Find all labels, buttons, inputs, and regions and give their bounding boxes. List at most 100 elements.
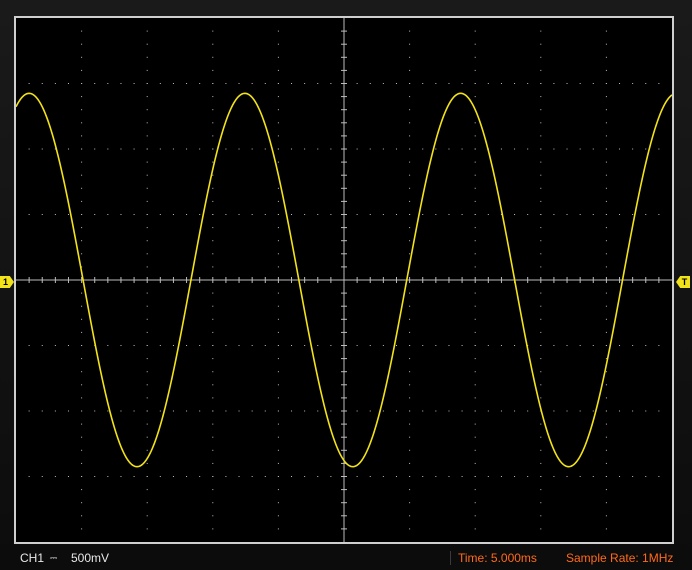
grid-dot: [212, 109, 214, 111]
grid-dot: [461, 148, 463, 150]
grid-dot: [120, 410, 122, 412]
grid-dot: [645, 476, 647, 477]
grid-dot: [540, 436, 542, 438]
grid-dot: [553, 345, 555, 346]
grid-dot: [238, 214, 240, 215]
grid-dot: [264, 410, 266, 412]
status-divider: [450, 551, 451, 565]
grid-dot: [474, 462, 476, 464]
grid-dot: [500, 410, 502, 412]
grid-dot: [409, 423, 411, 425]
grid-dot: [527, 476, 529, 477]
grid-dot: [474, 358, 476, 360]
grid-dot: [277, 240, 279, 242]
grid-dot: [409, 69, 411, 71]
volts-per-div[interactable]: 500mV: [71, 548, 109, 568]
grid-dot: [540, 56, 542, 58]
grid-dot: [435, 214, 437, 215]
grid-dot: [172, 214, 174, 215]
grid-dot: [422, 83, 424, 84]
grid-dot: [277, 122, 279, 124]
grid-dot: [487, 214, 489, 215]
grid-dot: [277, 200, 279, 202]
grid-dot: [527, 148, 529, 150]
grid-dot: [81, 56, 83, 58]
grid-dot: [317, 83, 319, 84]
grid-dot: [658, 148, 660, 150]
grid-dot: [277, 30, 279, 32]
grid-dot: [395, 345, 397, 346]
grid-dot: [540, 135, 542, 137]
grid-dot: [277, 266, 279, 268]
grid-dot: [395, 148, 397, 150]
grid-dot: [330, 214, 332, 215]
grid-dot: [409, 253, 411, 255]
grid-dot: [120, 83, 122, 84]
grid-dot: [28, 476, 30, 477]
grid-dot: [605, 318, 607, 320]
grid-dot: [212, 148, 214, 150]
grid-dot: [317, 410, 319, 412]
grid-dot: [395, 214, 397, 215]
grid-dot: [81, 423, 83, 425]
grid-dot: [186, 476, 188, 477]
grid-dot: [579, 476, 581, 477]
grid-dot: [146, 476, 148, 477]
grid-dot: [81, 122, 83, 124]
grid-dot: [605, 135, 607, 137]
grid-dot: [277, 109, 279, 111]
grid-dot: [605, 489, 607, 491]
grid-dot: [448, 410, 450, 412]
timebase-readout[interactable]: Time: 5.000ms: [458, 548, 537, 568]
grid-dot: [540, 148, 542, 150]
grid-dot: [540, 214, 542, 215]
grid-dot: [422, 345, 424, 346]
scope-screen[interactable]: [14, 16, 674, 544]
grid-dot: [605, 227, 607, 229]
grid-dot: [540, 109, 542, 111]
grid-dot: [317, 214, 319, 215]
grid-dot: [212, 476, 214, 477]
grid-dot: [409, 200, 411, 202]
channel1-level-marker[interactable]: 1: [0, 276, 14, 288]
grid-dot: [54, 214, 56, 215]
grid-dot: [553, 83, 555, 84]
grid-dot: [474, 69, 476, 71]
grid-dot: [146, 292, 148, 294]
grid-dot: [81, 240, 83, 242]
grid-dot: [264, 476, 266, 477]
grid-dot: [277, 384, 279, 386]
grid-dot: [146, 148, 148, 150]
grid-dot: [251, 345, 253, 346]
grid-dot: [330, 83, 332, 84]
channel-label[interactable]: CH1: [20, 548, 44, 568]
grid-dot: [146, 200, 148, 202]
grid-dot: [225, 476, 227, 477]
grid-dot: [251, 476, 253, 477]
grid-dot: [28, 148, 30, 150]
grid-dot: [81, 397, 83, 399]
grid-dot: [277, 462, 279, 464]
grid-dot: [330, 410, 332, 412]
grid-dot: [120, 214, 122, 215]
grid-dot: [409, 83, 411, 84]
trigger-level-marker[interactable]: T: [676, 276, 690, 288]
grid-dot: [212, 266, 214, 268]
grid-dot: [540, 266, 542, 268]
grid-dot: [212, 69, 214, 71]
grid-dot: [619, 410, 621, 412]
grid-dot: [304, 410, 306, 412]
grid-dot: [435, 345, 437, 346]
grid-dot: [461, 214, 463, 215]
grid-dot: [369, 410, 371, 412]
grid-dot: [186, 410, 188, 412]
grid-dot: [487, 83, 489, 84]
grid-dot: [540, 227, 542, 229]
grid-dot: [107, 345, 109, 346]
grid-dot: [81, 148, 83, 150]
grid-dot: [277, 56, 279, 58]
grid-dot: [264, 345, 266, 346]
grid-dot: [579, 214, 581, 215]
sample-rate-readout[interactable]: Sample Rate: 1MHz: [566, 548, 673, 568]
grid-dot: [474, 318, 476, 320]
